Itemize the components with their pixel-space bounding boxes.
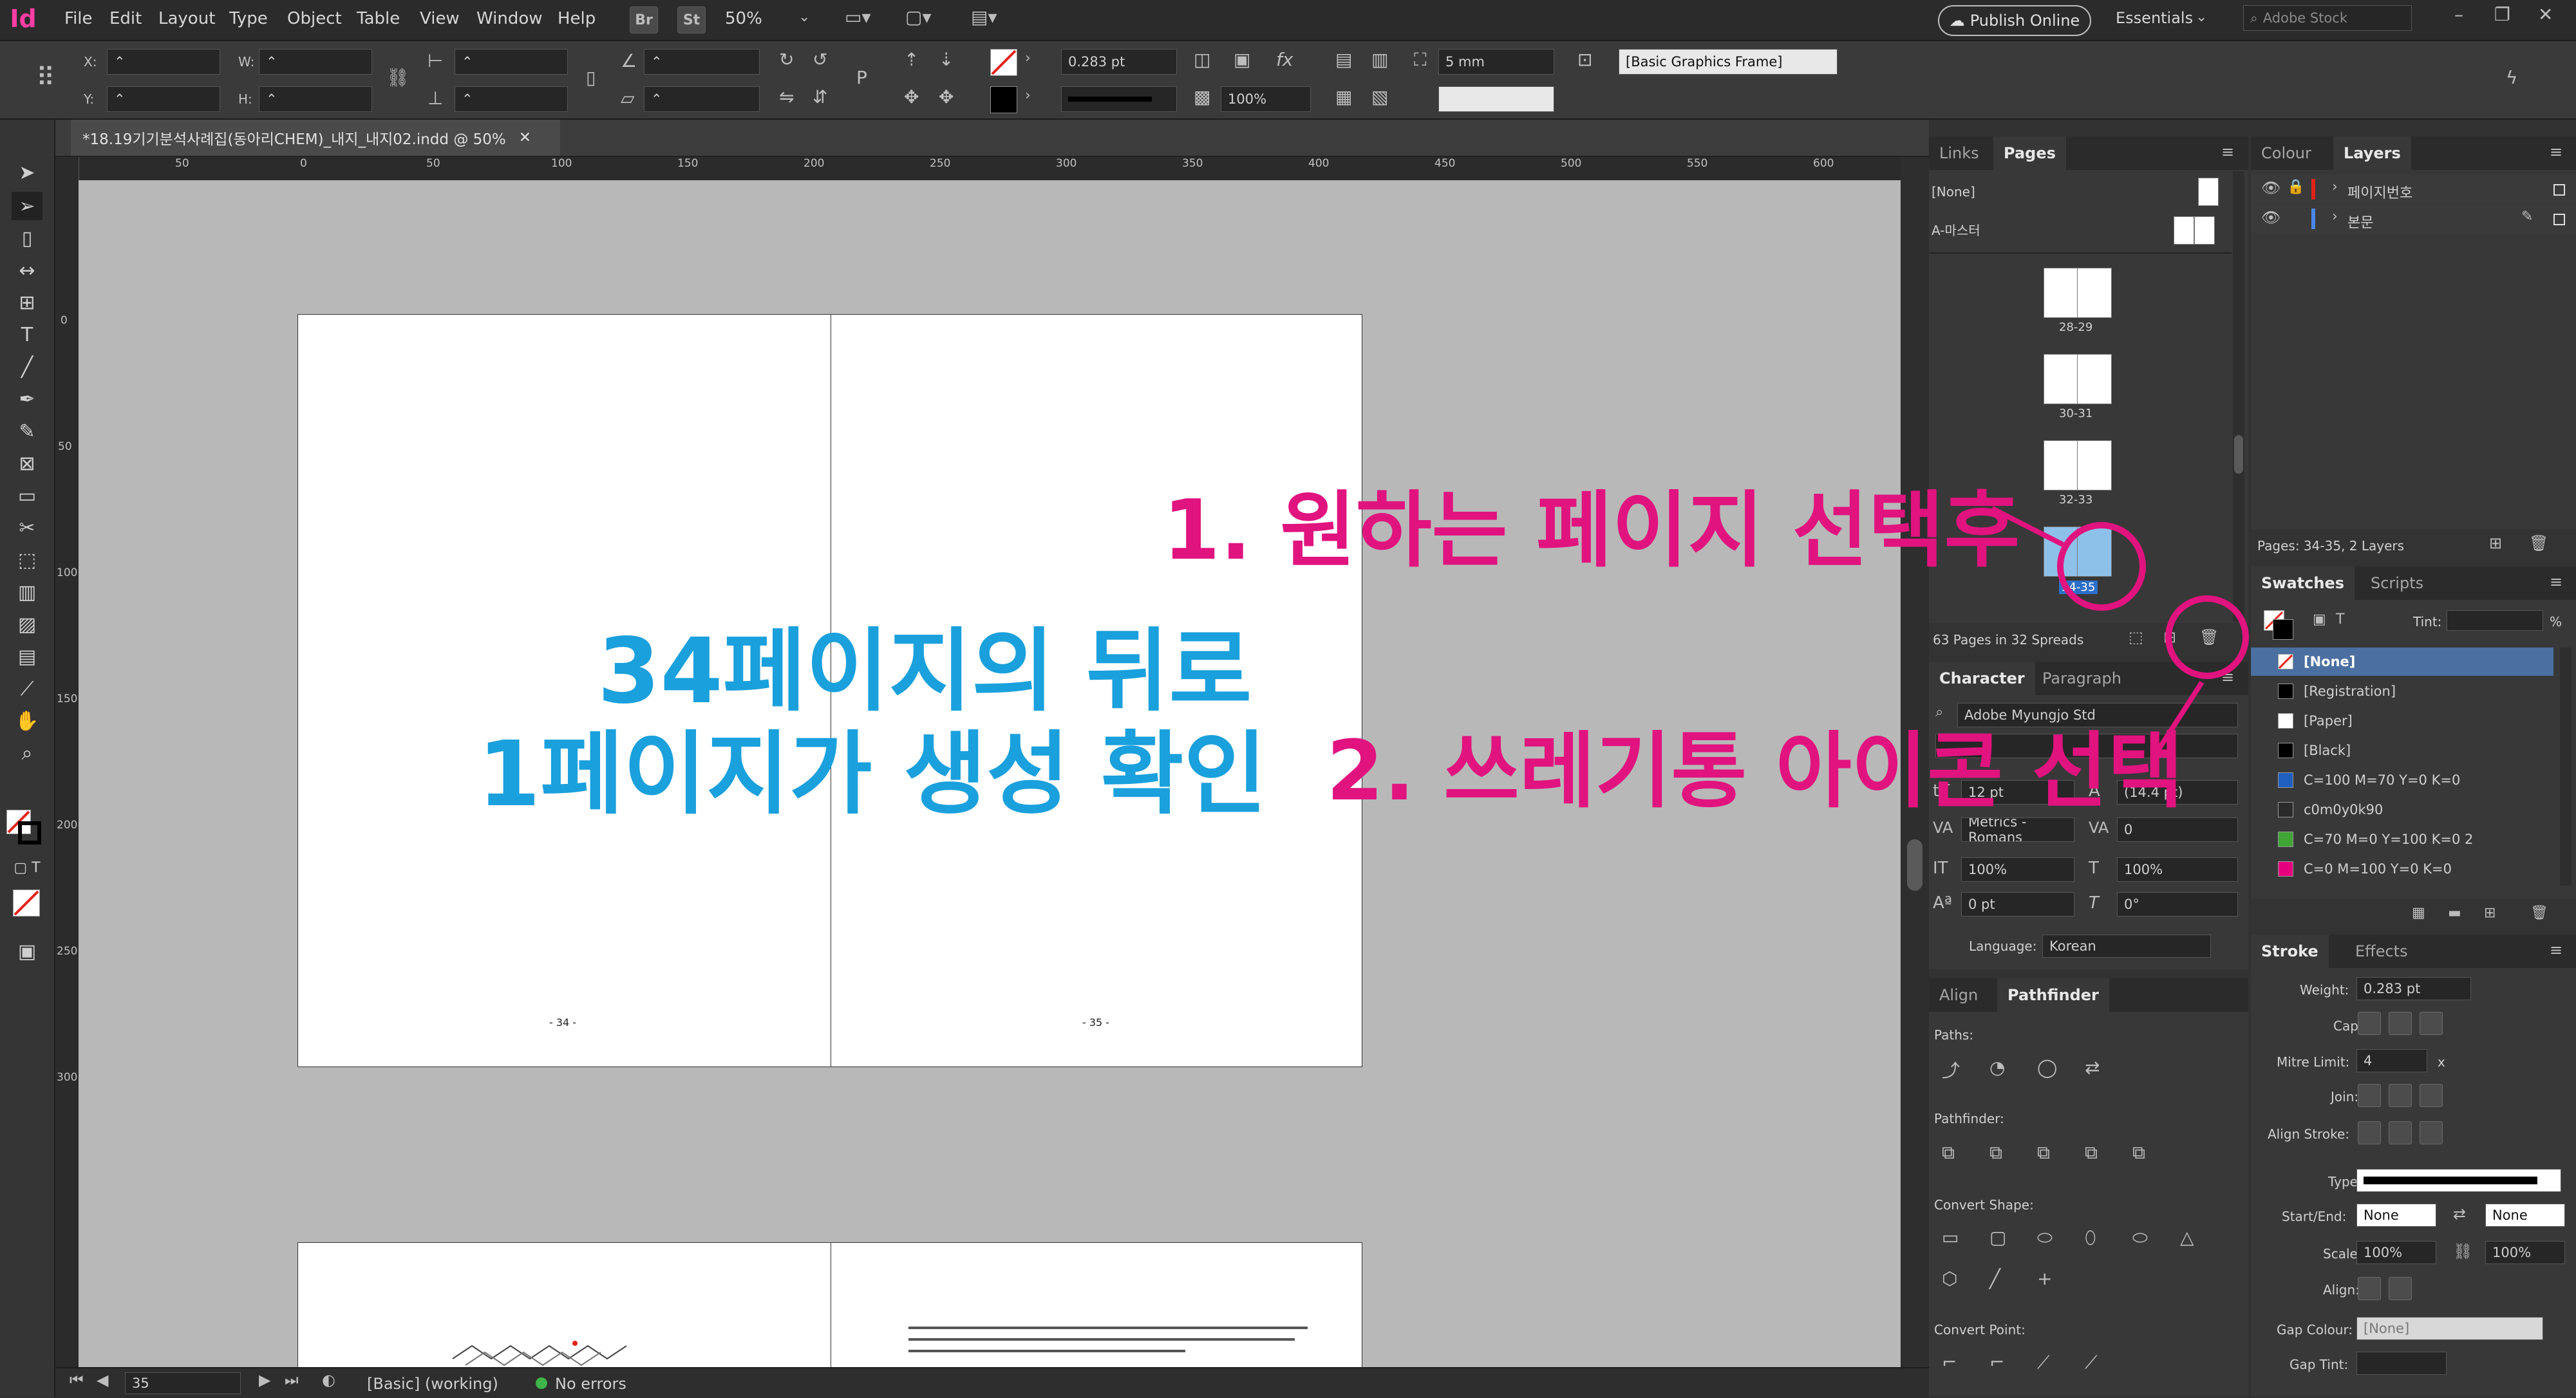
highlight-circle-spread: [2057, 522, 2146, 611]
annotation-overlay: [1991, 506, 2249, 760]
annotation-result-line-2: 1페이지가 생성 확인: [478, 722, 1267, 827]
annotation-step-2: 2. 쓰레기통 아이콘 선택: [1326, 723, 2184, 819]
highlight-circle-trash: [2165, 595, 2249, 679]
annotation-step-1: 1. 원하는 페이지 선택후: [1163, 483, 2020, 579]
